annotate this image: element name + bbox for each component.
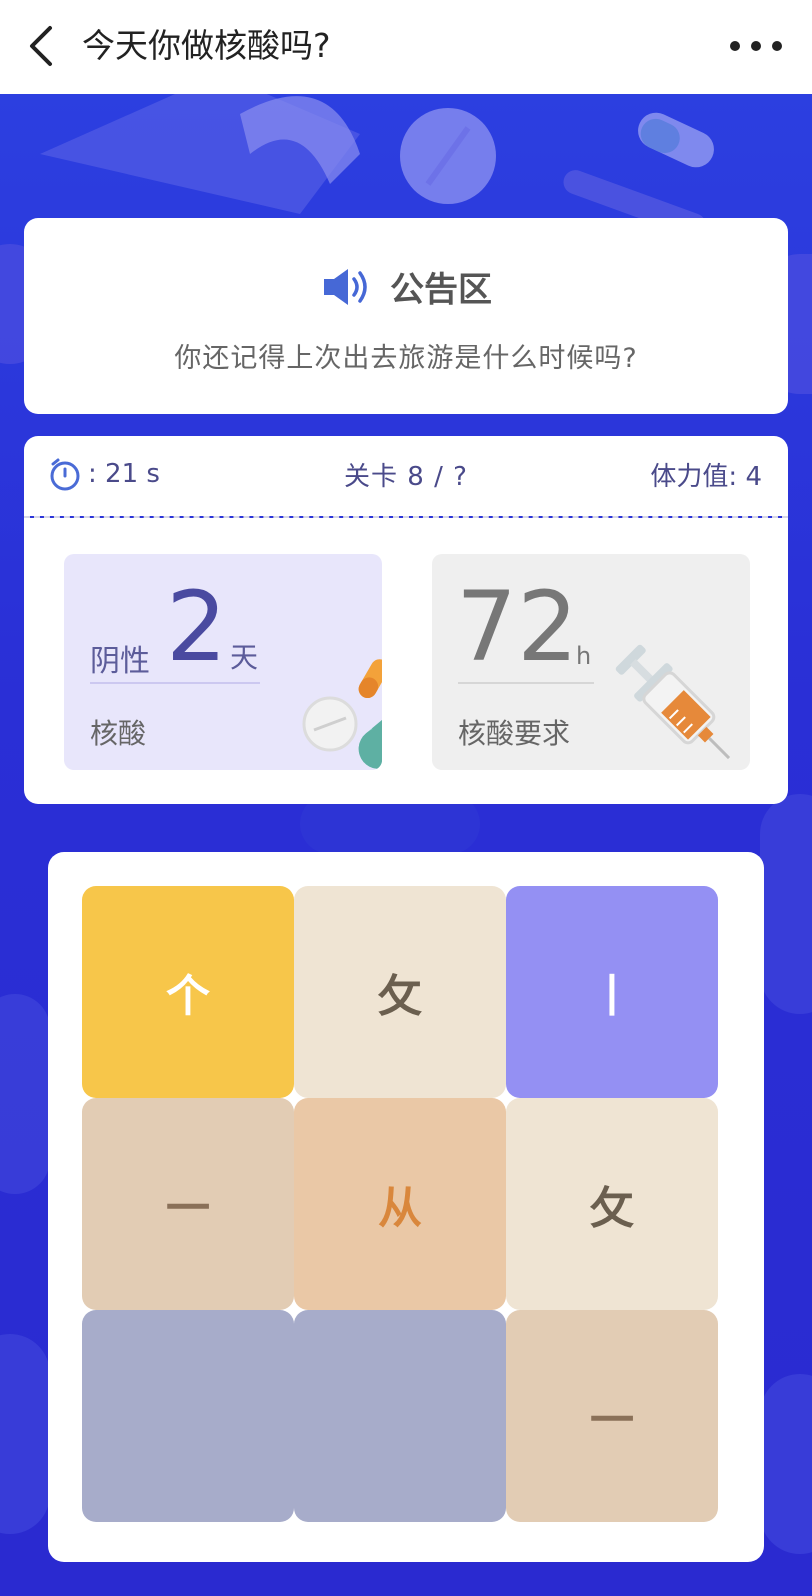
negative-label: 核酸: [90, 717, 147, 750]
dot-icon: [730, 41, 740, 51]
back-button[interactable]: [22, 22, 62, 70]
top-nav-bar: 今天你做核酸吗?: [0, 0, 812, 94]
chevron-left-icon: [30, 26, 52, 66]
requirement-label: 核酸要求: [458, 717, 571, 750]
dot-icon: [751, 41, 761, 51]
requirement-unit: h: [576, 642, 592, 670]
tile-r3-c2[interactable]: [294, 1310, 506, 1522]
tile-r3-c3[interactable]: 一: [506, 1310, 718, 1522]
more-options-button[interactable]: [730, 30, 782, 62]
negative-days-box: 阴性 2 天 核酸: [64, 554, 382, 770]
negative-days-value: 2: [166, 571, 228, 683]
dot-icon: [772, 41, 782, 51]
page-title: 今天你做核酸吗?: [82, 26, 331, 65]
tile-r2-c3[interactable]: 攵: [506, 1098, 718, 1310]
negative-days-unit: 天: [230, 641, 259, 674]
negative-prefix: 阴性: [90, 644, 150, 679]
tile-r3-c1[interactable]: [82, 1310, 294, 1522]
game-board: 个攵丨一从攵一: [48, 852, 764, 1562]
stamina-indicator: 体力值: 4: [650, 462, 762, 492]
tile-r2-c2[interactable]: 从: [294, 1098, 506, 1310]
tile-r2-c1[interactable]: 一: [82, 1098, 294, 1310]
pills-icon: [302, 659, 382, 769]
game-status-bar: : 21 s 关卡 8 / ? 体力值: 4: [24, 436, 788, 516]
speaker-icon: [324, 268, 367, 305]
announcement-text: 你还记得上次出去旅游是什么时候吗?: [174, 343, 638, 374]
tile-r1-c2[interactable]: 攵: [294, 886, 506, 1098]
announcement-header: 公告区: [24, 262, 788, 311]
tile-r1-c1[interactable]: 个: [82, 886, 294, 1098]
tile-grid: 个攵丨一从攵一: [82, 886, 730, 1534]
divider: [90, 682, 260, 684]
announcement-card: 公告区 你还记得上次出去旅游是什么时候吗?: [24, 218, 788, 414]
requirement-value: 72: [456, 571, 579, 683]
tile-r1-c3[interactable]: 丨: [506, 886, 718, 1098]
syringe-icon: [615, 644, 731, 760]
divider: [458, 682, 594, 684]
announcement-title: 公告区: [390, 270, 492, 310]
